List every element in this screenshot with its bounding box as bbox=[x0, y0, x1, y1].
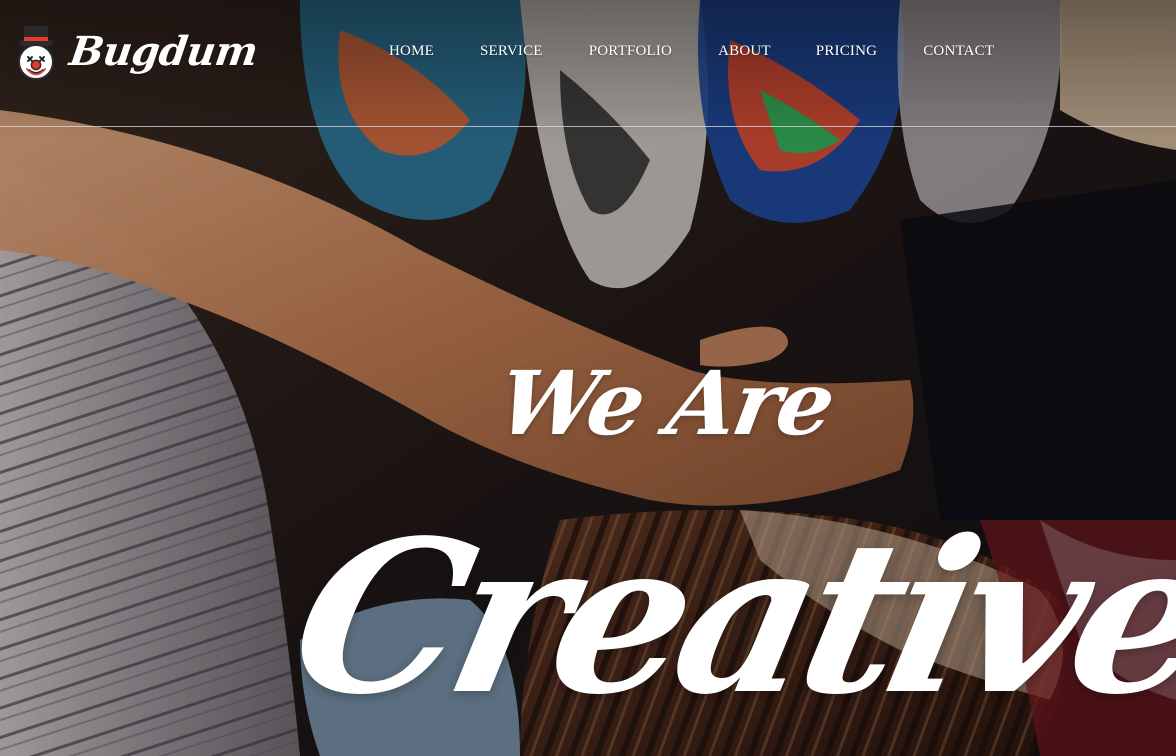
main-navigation: HOME SERVICE PORTFOLIO ABOUT PRICING CON… bbox=[389, 40, 994, 62]
brand-name: Bugdum bbox=[66, 27, 261, 75]
header-divider bbox=[0, 126, 1176, 127]
nav-item-about[interactable]: ABOUT bbox=[718, 40, 771, 62]
clown-face-top-hat-icon bbox=[10, 20, 62, 86]
brand-link[interactable]: Bugdum bbox=[10, 18, 261, 88]
nav-item-service[interactable]: SERVICE bbox=[480, 40, 543, 62]
site-header: Bugdum HOME SERVICE PORTFOLIO ABOUT PRIC… bbox=[0, 0, 1176, 127]
nav-item-portfolio[interactable]: PORTFOLIO bbox=[589, 40, 672, 62]
nav-item-contact[interactable]: CONTACT bbox=[923, 40, 994, 62]
nav-item-home[interactable]: HOME bbox=[389, 40, 434, 62]
nav-item-pricing[interactable]: PRICING bbox=[816, 40, 877, 62]
